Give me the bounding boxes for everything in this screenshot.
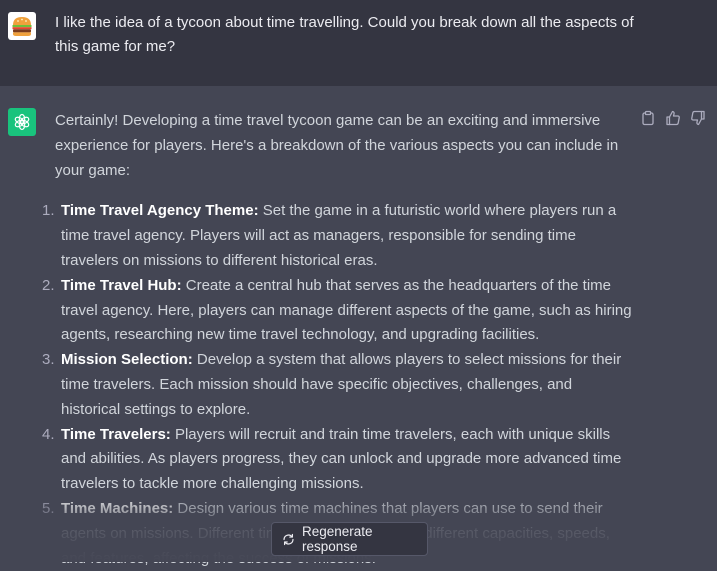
- regenerate-response-button[interactable]: Regenerate response: [271, 522, 428, 556]
- aspect-list: 1. Time Travel Agency Theme: Set the game…: [42, 199, 635, 571]
- thumbs-down-icon[interactable]: [690, 110, 706, 126]
- list-item: 1. Time Travel Agency Theme: Set the game…: [42, 199, 635, 273]
- list-item: 2. Time Travel Hub: Create a central hub …: [42, 274, 635, 348]
- list-number: 4.: [42, 425, 55, 443]
- list-number: 2.: [42, 276, 55, 294]
- user-message-text: I like the idea of a tycoon about time t…: [55, 14, 634, 55]
- assistant-message-row: Certainly! Developing a time travel tyco…: [0, 86, 717, 567]
- item-title: Time Machines:: [61, 499, 174, 517]
- list-number: 3.: [42, 351, 55, 369]
- item-title: Time Travel Hub:: [61, 276, 182, 294]
- list-item: 3. Mission Selection: Develop a system th…: [42, 348, 635, 422]
- thumbs-up-icon[interactable]: [665, 110, 681, 126]
- openai-logo-icon: [8, 108, 36, 136]
- item-title: Time Travel Agency Theme:: [61, 202, 259, 220]
- clipboard-icon[interactable]: [640, 110, 656, 126]
- assistant-intro: Certainly! Developing a time travel tyco…: [55, 112, 619, 179]
- item-title: Mission Selection:: [61, 351, 193, 369]
- list-number: 1.: [42, 202, 55, 220]
- regenerate-label: Regenerate response: [302, 524, 373, 554]
- user-message-row: I like the idea of a tycoon about time t…: [0, 0, 717, 87]
- list-number: 5.: [42, 499, 55, 517]
- item-title: Time Travelers:: [61, 425, 171, 443]
- burger-avatar-icon: [8, 12, 36, 40]
- refresh-icon: [282, 533, 295, 546]
- list-item: 4. Time Travelers: Players will recruit a…: [42, 423, 635, 497]
- message-actions: [640, 110, 706, 126]
- assistant-message-content: Certainly! Developing a time travel tyco…: [42, 109, 635, 571]
